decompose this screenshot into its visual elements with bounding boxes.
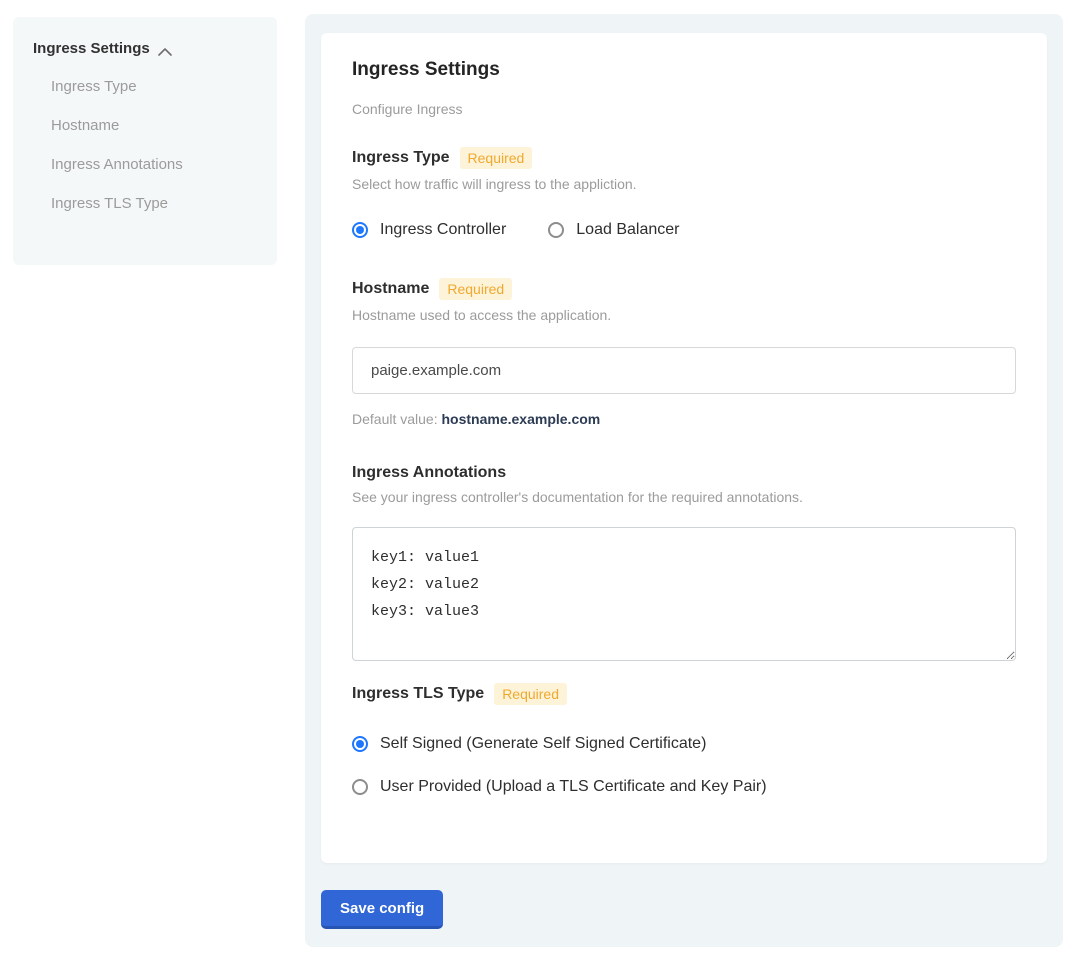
radio-icon[interactable]	[352, 222, 368, 238]
sidebar-item-ingress-tls-type[interactable]: Ingress TLS Type	[33, 184, 257, 223]
hostname-default-line: Default value: hostname.example.com	[352, 411, 1016, 427]
config-panel: Ingress Settings Configure Ingress Ingre…	[305, 14, 1063, 947]
required-badge: Required	[494, 683, 567, 705]
save-config-button[interactable]: Save config	[321, 890, 443, 929]
sidebar-item-hostname[interactable]: Hostname	[33, 106, 257, 145]
hostname-input[interactable]	[352, 347, 1016, 394]
radio-self-signed[interactable]: Self Signed (Generate Self Signed Certif…	[352, 735, 1016, 753]
radio-icon[interactable]	[352, 779, 368, 795]
sidebar-item-ingress-annotations[interactable]: Ingress Annotations	[33, 145, 257, 184]
page-title: Ingress Settings	[352, 59, 1016, 81]
config-card: Ingress Settings Configure Ingress Ingre…	[321, 33, 1047, 863]
radio-ingress-controller[interactable]: Ingress Controller	[352, 221, 506, 239]
radio-label: Ingress Controller	[380, 221, 506, 239]
radio-icon[interactable]	[352, 736, 368, 752]
ingress-tls-type-label: Ingress TLS Type	[352, 685, 484, 703]
group-hostname: Hostname Required Hostname used to acces…	[352, 278, 1016, 427]
hostname-help: Hostname used to access the application.	[352, 307, 1016, 323]
radio-label: Self Signed (Generate Self Signed Certif…	[380, 735, 706, 753]
sidebar-section-toggle[interactable]: Ingress Settings	[33, 40, 257, 57]
sidebar-item-ingress-type[interactable]: Ingress Type	[33, 67, 257, 106]
ingress-annotations-textarea[interactable]: key1: value1 key2: value2 key3: value3	[352, 527, 1016, 661]
radio-label: User Provided (Upload a TLS Certificate …	[380, 778, 767, 796]
radio-user-provided[interactable]: User Provided (Upload a TLS Certificate …	[352, 778, 1016, 796]
ingress-type-label: Ingress Type	[352, 149, 450, 167]
sidebar: Ingress Settings Ingress Type Hostname I…	[13, 17, 277, 265]
radio-load-balancer[interactable]: Load Balancer	[548, 221, 679, 239]
chevron-up-icon	[158, 44, 172, 54]
group-ingress-type: Ingress Type Required Select how traffic…	[352, 147, 1016, 239]
default-value: hostname.example.com	[442, 411, 601, 427]
ingress-annotations-help: See your ingress controller's documentat…	[352, 489, 1016, 505]
page-subtitle: Configure Ingress	[352, 101, 1016, 117]
required-badge: Required	[460, 147, 533, 169]
ingress-type-help: Select how traffic will ingress to the a…	[352, 176, 1016, 192]
ingress-annotations-label: Ingress Annotations	[352, 464, 506, 482]
radio-icon[interactable]	[548, 222, 564, 238]
hostname-label: Hostname	[352, 280, 429, 298]
group-ingress-tls-type: Ingress TLS Type Required Self Signed (G…	[352, 683, 1016, 796]
sidebar-section-title: Ingress Settings	[33, 40, 150, 57]
radio-label: Load Balancer	[576, 221, 679, 239]
required-badge: Required	[439, 278, 512, 300]
default-value-prefix: Default value:	[352, 411, 442, 427]
group-ingress-annotations: Ingress Annotations See your ingress con…	[352, 464, 1016, 661]
